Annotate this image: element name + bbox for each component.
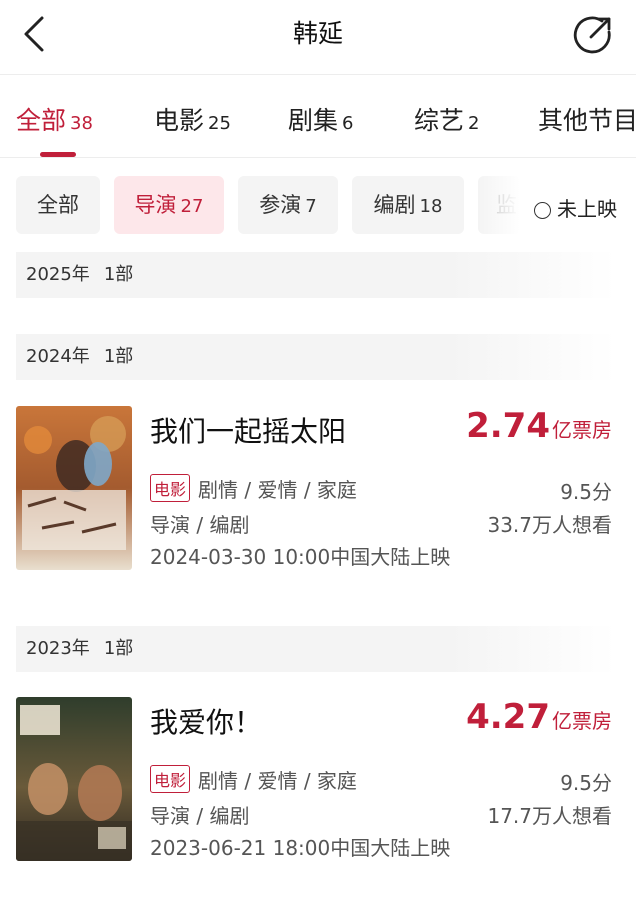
- chip-label: 导演: [134, 193, 177, 217]
- chips-fade: [478, 176, 520, 234]
- chip-actor[interactable]: 参演 7: [238, 176, 338, 234]
- year-label: 2024年: [26, 346, 90, 367]
- movie-title: 我爱你！: [150, 706, 263, 739]
- tab-other[interactable]: 其他节目: [538, 101, 636, 137]
- chip-label: 全部: [37, 193, 79, 217]
- box-office: 4.27 亿票房: [466, 697, 612, 737]
- tab-variety[interactable]: 综艺 2: [414, 101, 479, 137]
- movie-release: 2023-06-21 18:00中国大陆上映: [150, 836, 451, 860]
- unreleased-filter[interactable]: 未上映: [534, 193, 617, 222]
- category-tabs: 全部 38 电影 25 剧集 6 综艺 2 其他节目: [0, 75, 636, 158]
- movie-rating: 9.5分: [560, 480, 612, 504]
- radio-circle-icon: [534, 202, 551, 219]
- movie-want-to-see: 17.7万人想看: [487, 804, 612, 828]
- chip-label: 参演: [259, 193, 302, 217]
- tab-count: 2: [468, 113, 480, 134]
- movie-roles: 导演 / 编剧: [150, 513, 250, 537]
- year-header-2025: 2025年 1部: [16, 252, 616, 298]
- tab-count: 38: [70, 113, 93, 134]
- tab-label: 剧集: [288, 106, 339, 135]
- year-label: 2023年: [26, 638, 90, 659]
- movie-want-to-see: 33.7万人想看: [487, 513, 612, 537]
- role-filter-chips: 全部 导演27 参演7 编剧18 监 未上映: [0, 176, 636, 236]
- movie-poster[interactable]: [16, 697, 132, 861]
- box-office-value: 4.27: [466, 697, 550, 737]
- movie-roles: 导演 / 编剧: [150, 804, 250, 828]
- tab-count: 25: [208, 113, 231, 134]
- year-count: 1部: [103, 638, 134, 659]
- chip-director[interactable]: 导演 27: [114, 176, 224, 234]
- box-office: 2.74 亿票房: [466, 406, 612, 446]
- box-office-unit: 亿票房: [552, 418, 612, 442]
- tab-count: 6: [342, 113, 354, 134]
- tab-movies[interactable]: 电影 25: [154, 101, 231, 137]
- poster-image-1: [16, 406, 132, 570]
- year-header-2024: 2024年 1部: [16, 334, 616, 380]
- chip-count: 18: [419, 196, 443, 217]
- tab-label: 其他节目: [538, 106, 636, 135]
- movie-genres: 剧情 / 爱情 / 家庭: [198, 769, 357, 793]
- year-count: 1部: [103, 346, 134, 367]
- chip-count: 7: [305, 196, 317, 217]
- share-icon: [573, 16, 611, 54]
- movie-type-badge: 电影: [150, 474, 191, 502]
- year-count: 1部: [103, 264, 134, 285]
- page-title: 韩延: [292, 19, 343, 48]
- top-bar: 韩延: [0, 0, 636, 75]
- movie-release: 2024-03-30 10:00中国大陆上映: [150, 545, 451, 569]
- tab-all[interactable]: 全部 38: [16, 101, 93, 137]
- movie-title: 我们一起摇太阳: [150, 415, 347, 448]
- movie-type-badge: 电影: [150, 765, 191, 793]
- box-office-unit: 亿票房: [552, 709, 612, 733]
- movie-genres-row: 电影 剧情 / 爱情 / 家庭: [150, 765, 357, 794]
- active-tab-indicator: [40, 152, 76, 157]
- tab-label: 电影: [154, 106, 205, 135]
- movie-poster[interactable]: [16, 406, 132, 570]
- chip-writer[interactable]: 编剧 18: [352, 176, 464, 234]
- movie-rating: 9.5分: [560, 771, 612, 795]
- chip-label: 编剧: [373, 193, 416, 217]
- unreleased-filter-label: 未上映: [557, 197, 617, 221]
- chip-all[interactable]: 全部: [16, 176, 100, 234]
- year-header-2023: 2023年 1部: [16, 626, 616, 672]
- tab-series[interactable]: 剧集 6: [288, 101, 353, 137]
- tab-label: 综艺: [414, 106, 465, 135]
- movie-item[interactable]: 我们一起摇太阳 2.74 亿票房 电影 剧情 / 爱情 / 家庭 9.5分 导演 /…: [0, 406, 636, 576]
- movie-item[interactable]: 我爱你！ 4.27 亿票房 电影 剧情 / 爱情 / 家庭 9.5分 导演 / 编剧…: [0, 697, 636, 867]
- year-label: 2025年: [26, 264, 90, 285]
- share-button[interactable]: [572, 12, 616, 56]
- movie-genres: 剧情 / 爱情 / 家庭: [198, 478, 357, 502]
- chip-count: 27: [180, 196, 204, 217]
- tab-label: 全部: [16, 106, 67, 135]
- box-office-value: 2.74: [466, 406, 550, 446]
- poster-image-2: [16, 697, 132, 861]
- movie-genres-row: 电影 剧情 / 爱情 / 家庭: [150, 474, 357, 503]
